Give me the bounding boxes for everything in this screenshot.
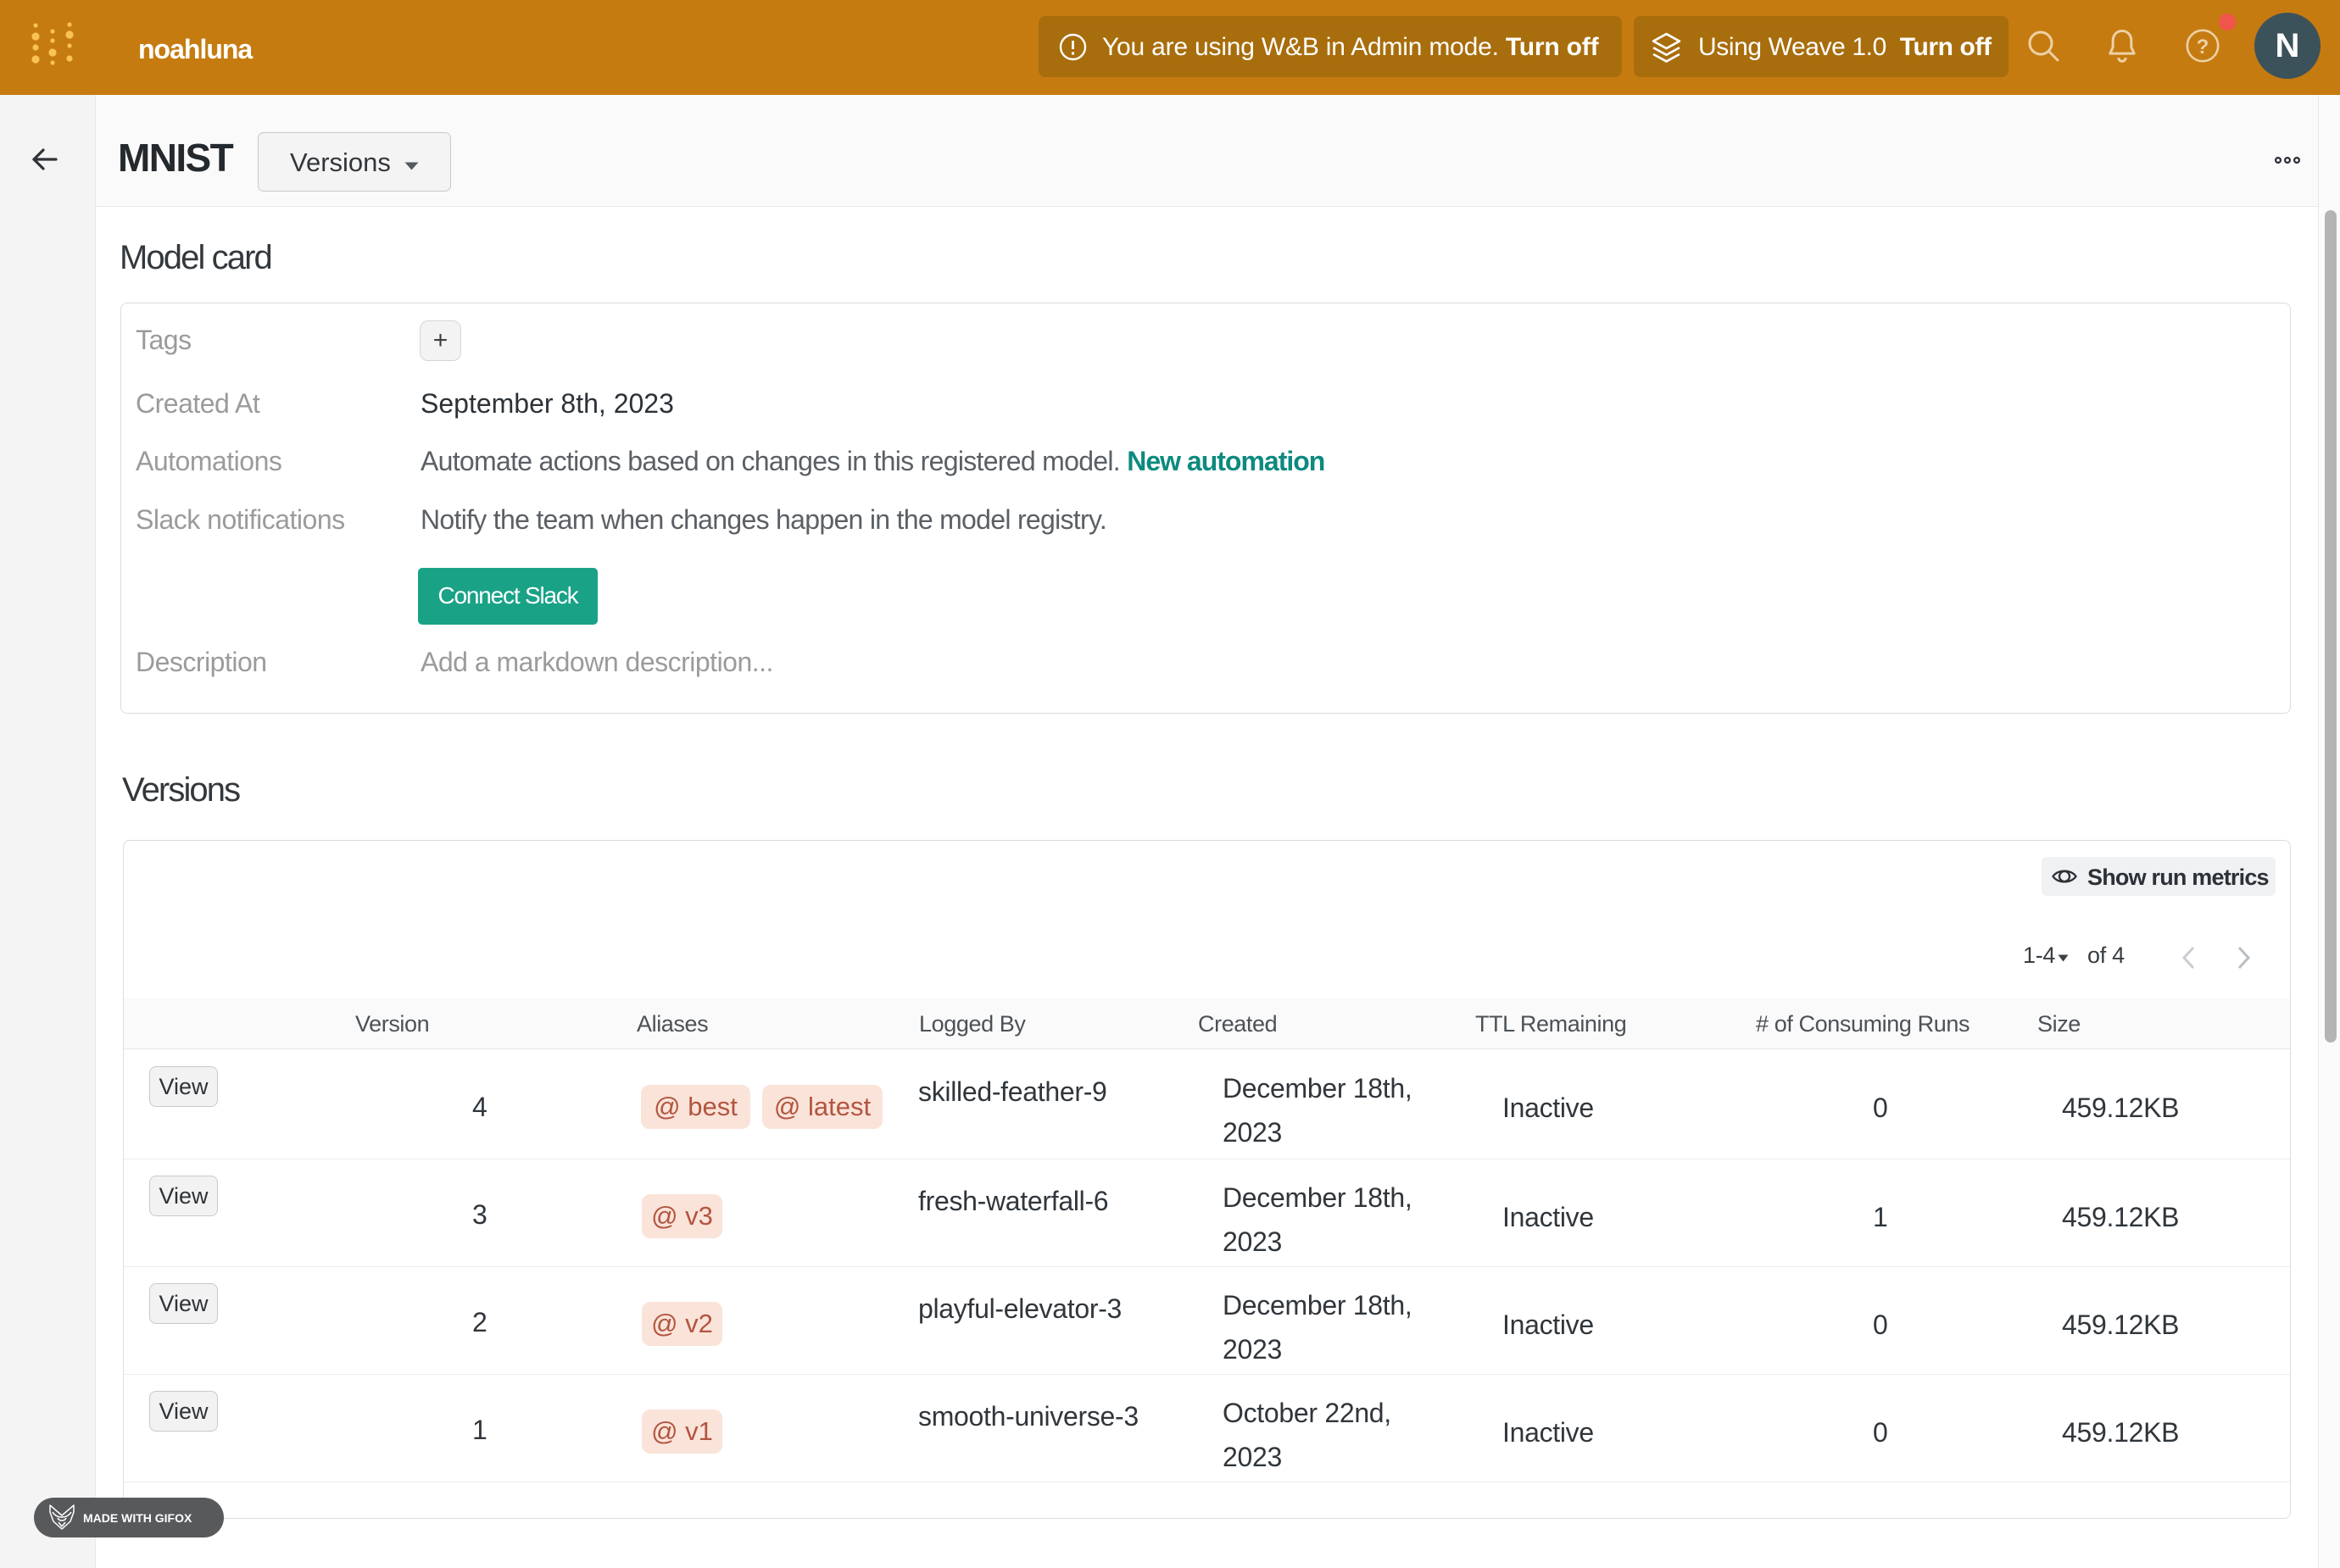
- svg-text:?: ?: [2197, 36, 2209, 58]
